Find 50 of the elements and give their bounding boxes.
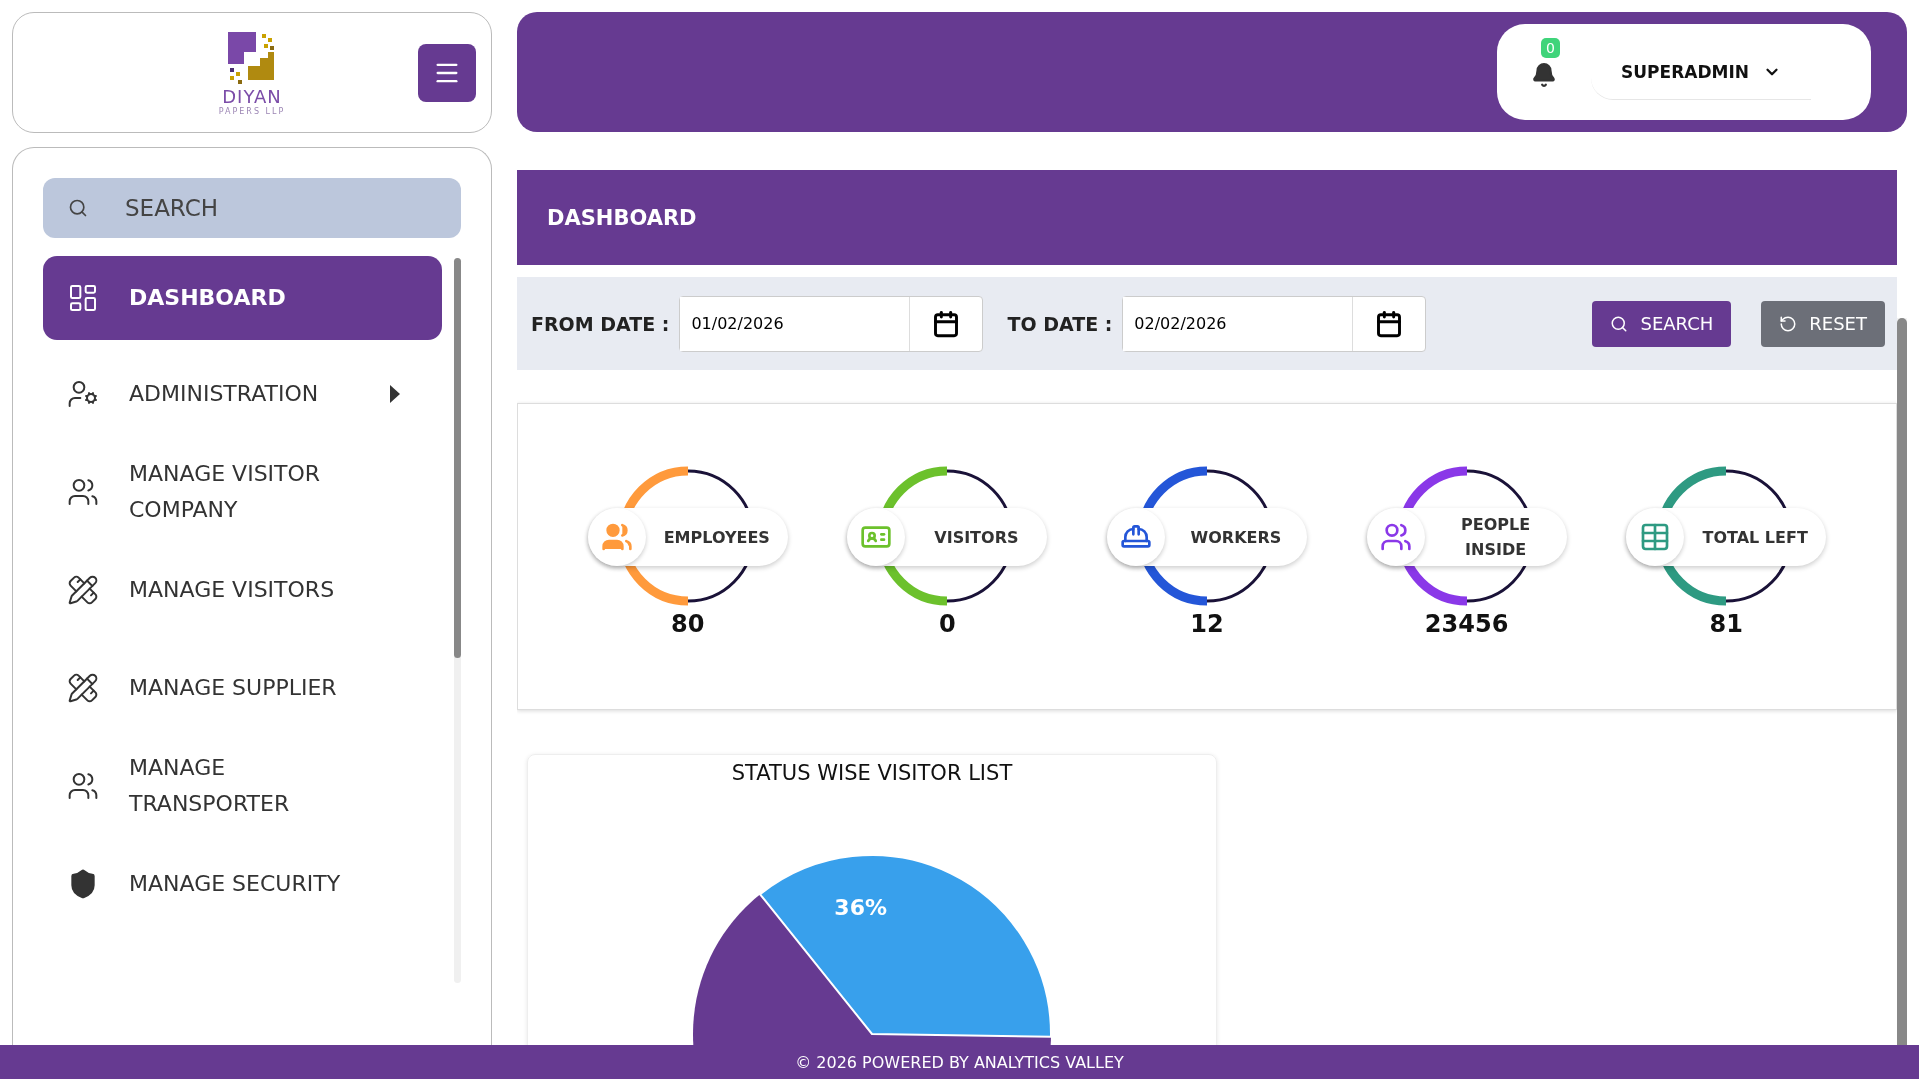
menu-button[interactable] xyxy=(418,44,476,102)
stat-value: 81 xyxy=(1709,610,1743,638)
reset-button[interactable]: RESET xyxy=(1761,300,1885,347)
people-icon xyxy=(1379,521,1412,553)
sidebar-item[interactable]: MANAGE TRANSPORTER xyxy=(43,742,442,830)
chart-title: STATUS WISE VISITOR LIST xyxy=(731,761,1013,785)
search-icon xyxy=(68,198,88,218)
sidebar-item[interactable]: MANAGE VISITORS xyxy=(43,546,442,634)
from-date-field[interactable]: 01/02/2026 xyxy=(679,295,984,352)
date-input[interactable]: 02/02/2026 xyxy=(1123,296,1354,351)
stat-label: VISITORS xyxy=(933,526,1020,549)
stat-label: WORKERS xyxy=(1189,526,1283,549)
slice-label: 36% xyxy=(834,894,887,920)
users-icon xyxy=(67,476,99,508)
bell-icon[interactable] xyxy=(1531,62,1557,88)
ruler-pencil-icon xyxy=(67,672,99,704)
stat-value: 0 xyxy=(939,610,956,638)
reset-icon xyxy=(1779,314,1798,333)
ruler-pencil-icon xyxy=(67,574,99,606)
calendar-icon xyxy=(932,309,961,338)
users-icon xyxy=(67,770,99,802)
logo-tagline: PAPERS LLP xyxy=(218,106,286,116)
sidebar-item[interactable]: DASHBOARD xyxy=(43,256,442,340)
user-gear-icon xyxy=(67,378,99,410)
stat-label: PEOPLE INSIDE xyxy=(1460,514,1532,561)
from-date-label: FROM DATE : xyxy=(531,312,670,335)
sidebar-item[interactable]: ADMINISTRATION xyxy=(43,350,442,438)
sidebar-item[interactable]: MANAGE SUPPLIER xyxy=(43,644,442,732)
search-icon xyxy=(1610,314,1629,333)
page-title: DASHBOARD xyxy=(517,170,1897,265)
footer-text: © 2026 POWERED BY ANALYTICS VALLEY xyxy=(795,1052,1124,1072)
stat-label: TOTAL LEFT xyxy=(1701,526,1809,549)
search-field[interactable]: SEARCH xyxy=(43,178,461,238)
dashboard-icon xyxy=(67,282,99,314)
scrollbar-thumb[interactable] xyxy=(1897,318,1907,1045)
search-button[interactable]: SEARCH xyxy=(1592,300,1732,347)
stat-value: 80 xyxy=(671,610,705,638)
group-icon xyxy=(600,521,633,553)
stat-value: 23456 xyxy=(1424,610,1509,638)
scrollbar-thumb[interactable] xyxy=(454,258,461,658)
calendar-icon xyxy=(1375,309,1404,338)
notification-count: 0 xyxy=(1541,38,1560,58)
logo-name: DIYAN xyxy=(222,85,282,107)
stat-value: 12 xyxy=(1190,610,1224,638)
to-date-label: TO DATE : xyxy=(1007,312,1113,335)
date-input[interactable]: 01/02/2026 xyxy=(680,296,911,351)
sidebar-item[interactable]: MANAGE VISITOR COMPANY xyxy=(43,448,442,536)
sidebar-item[interactable]: MANAGE SECURITY xyxy=(43,840,442,928)
to-date-field[interactable]: 02/02/2026 xyxy=(1122,295,1427,352)
stat-label: EMPLOYEES xyxy=(662,526,771,549)
